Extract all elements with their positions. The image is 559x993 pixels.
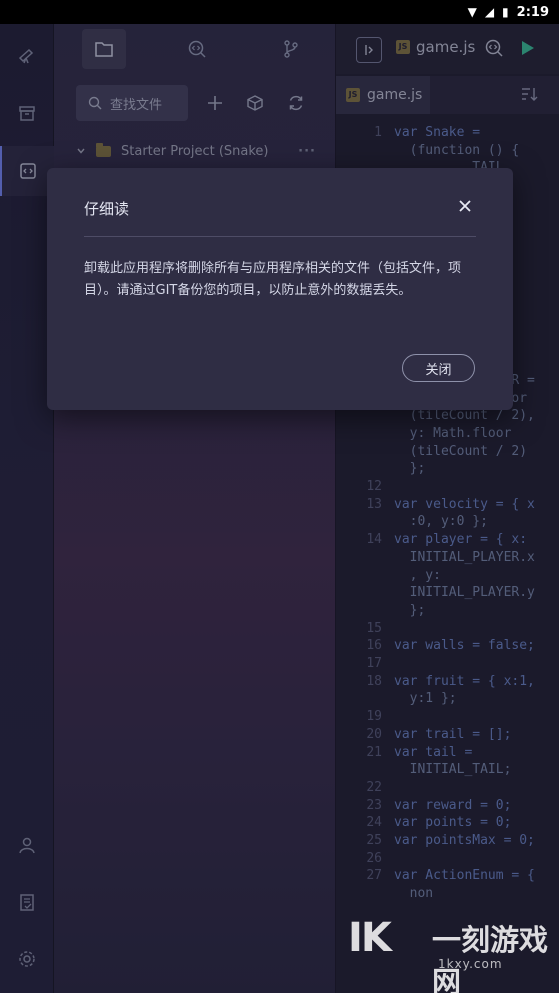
close-icon[interactable]	[453, 194, 477, 218]
watermark-logo: IK 一刻游戏网 1kxy.com	[340, 913, 559, 993]
dialog-divider	[84, 236, 476, 237]
status-bar: ▼ ◢ ▮ 2:19	[0, 0, 559, 24]
dialog-message: 卸载此应用程序将删除所有与应用程序相关的文件（包括文件，项目）。请通过GIT备份…	[84, 261, 462, 298]
signal-icon: ◢	[484, 5, 495, 19]
warning-dialog: 仔细读 卸载此应用程序将删除所有与应用程序相关的文件（包括文件，项目）。请通过G…	[47, 168, 513, 410]
watermark-url: 1kxy.com	[438, 957, 503, 971]
watermark-brand: 一刻游戏网	[432, 923, 549, 993]
close-button[interactable]: 关闭	[402, 354, 475, 382]
watermark-mark: IK	[348, 915, 392, 961]
battery-icon: ▮	[502, 5, 509, 19]
wifi-icon: ▼	[467, 5, 477, 19]
dialog-title: 仔细读	[84, 200, 130, 218]
status-time: 2:19	[516, 4, 549, 20]
